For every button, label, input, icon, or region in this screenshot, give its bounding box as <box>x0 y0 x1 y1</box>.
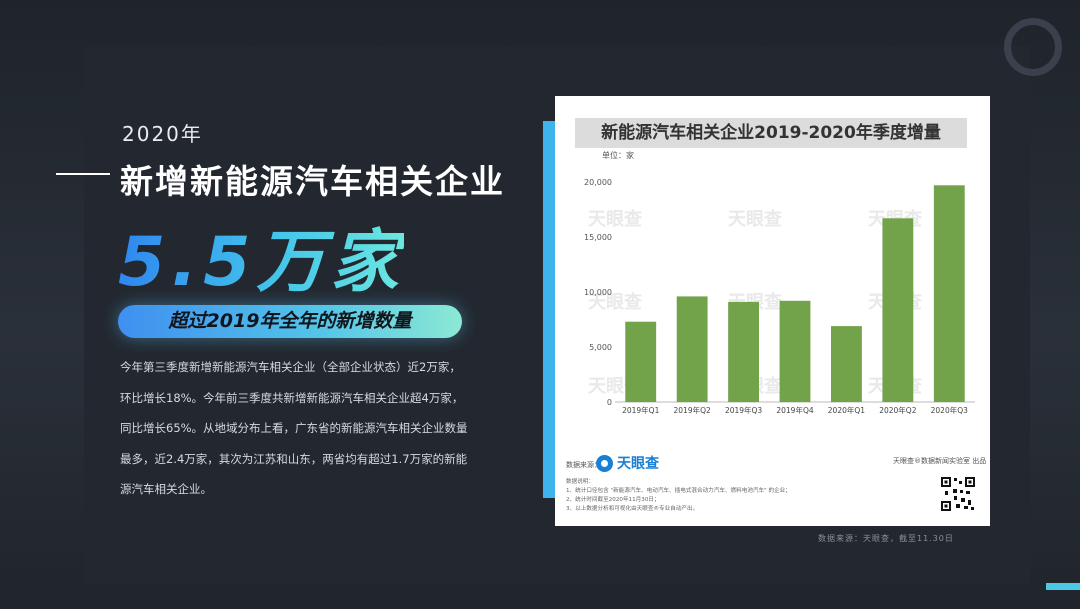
big-number: 5.5万家 <box>118 206 404 305</box>
x-tick-label: 2019年Q4 <box>776 405 813 415</box>
publisher-label: 天眼查®数据新闻实验室 出品 <box>893 457 987 465</box>
x-tick-label: 2019年Q3 <box>725 405 762 415</box>
y-tick-label: 0 <box>607 398 612 407</box>
x-tick-label: 2020年Q3 <box>931 405 968 415</box>
x-tick-label: 2020年Q1 <box>828 405 865 415</box>
chart-title: 新能源汽车相关企业2019-2020年季度增量 <box>575 118 967 148</box>
description-line: 同比增长65%。从地域分布上看，广东省的新能源汽车相关企业数量 <box>120 421 468 435</box>
ring-decoration-icon <box>1004 18 1062 76</box>
description-paragraph: 今年第三季度新增新能源汽车相关企业（全部企业状态）近2万家， 环比增长18%。今… <box>120 352 500 505</box>
description-line: 今年第三季度新增新能源汽车相关企业（全部企业状态）近2万家， <box>120 360 461 374</box>
headline-dash <box>56 173 110 175</box>
x-tick-label: 2019年Q2 <box>674 405 711 415</box>
highlight-pill-text: 超过2019年全年的新增数量 <box>168 310 412 332</box>
description-line: 源汽车相关企业。 <box>120 482 212 496</box>
bar <box>882 218 914 402</box>
description-line: 环比增长18%。今年前三季度共新增新能源汽车相关企业超4万家， <box>120 390 464 405</box>
y-tick-label: 5,000 <box>589 343 612 352</box>
tianyancha-logo: 天眼查 <box>596 453 670 473</box>
y-tick-label: 20,000 <box>584 178 612 187</box>
card-accent-bar <box>543 121 555 498</box>
y-tick-label: 10,000 <box>584 288 612 297</box>
x-tick-label: 2019年Q1 <box>622 405 659 415</box>
logo-text: 天眼查 <box>617 456 659 472</box>
bar-chart: 0 5,000 10,000 15,000 20,000 2019年Q1 2019年Q2 20… <box>584 178 975 415</box>
headline: 新增新能源汽车相关企业 <box>120 162 505 201</box>
description-line: 最多，近2.4万家，其次为江苏和山东，两省均有超过1.7万家的新能 <box>120 451 468 466</box>
bar <box>728 301 759 402</box>
bar <box>933 185 965 402</box>
notes-line: 3、以上数据分析和可视化由天眼查®专业自动产出。 <box>566 506 699 512</box>
year-label: 2020年 <box>122 122 203 146</box>
data-notes: 数据说明： 1、统计口径包含 "新能源汽车、电动汽车、插电式混合动力汽车、燃料电… <box>566 478 856 514</box>
notes-line: 2、统计时间截至2020年11月30日； <box>566 497 660 503</box>
highlight-pill: 超过2019年全年的新增数量 <box>118 305 462 338</box>
logo-icon <box>596 454 613 472</box>
corner-accent-bar <box>1046 583 1080 590</box>
bar <box>779 300 811 402</box>
bar <box>831 326 862 402</box>
bar <box>676 296 708 402</box>
x-tick-label: 2020年Q2 <box>879 405 916 415</box>
y-tick-label: 15,000 <box>584 233 612 242</box>
bar <box>625 321 657 402</box>
notes-line: 1、统计口径包含 "新能源汽车、电动汽车、插电式混合动力汽车、燃料电池汽车" 的… <box>566 488 791 494</box>
notes-title: 数据说明： <box>566 479 594 485</box>
qr-code-icon <box>940 476 976 512</box>
source-credit: 数据来源：天眼查，截至11.30日 <box>818 534 954 543</box>
